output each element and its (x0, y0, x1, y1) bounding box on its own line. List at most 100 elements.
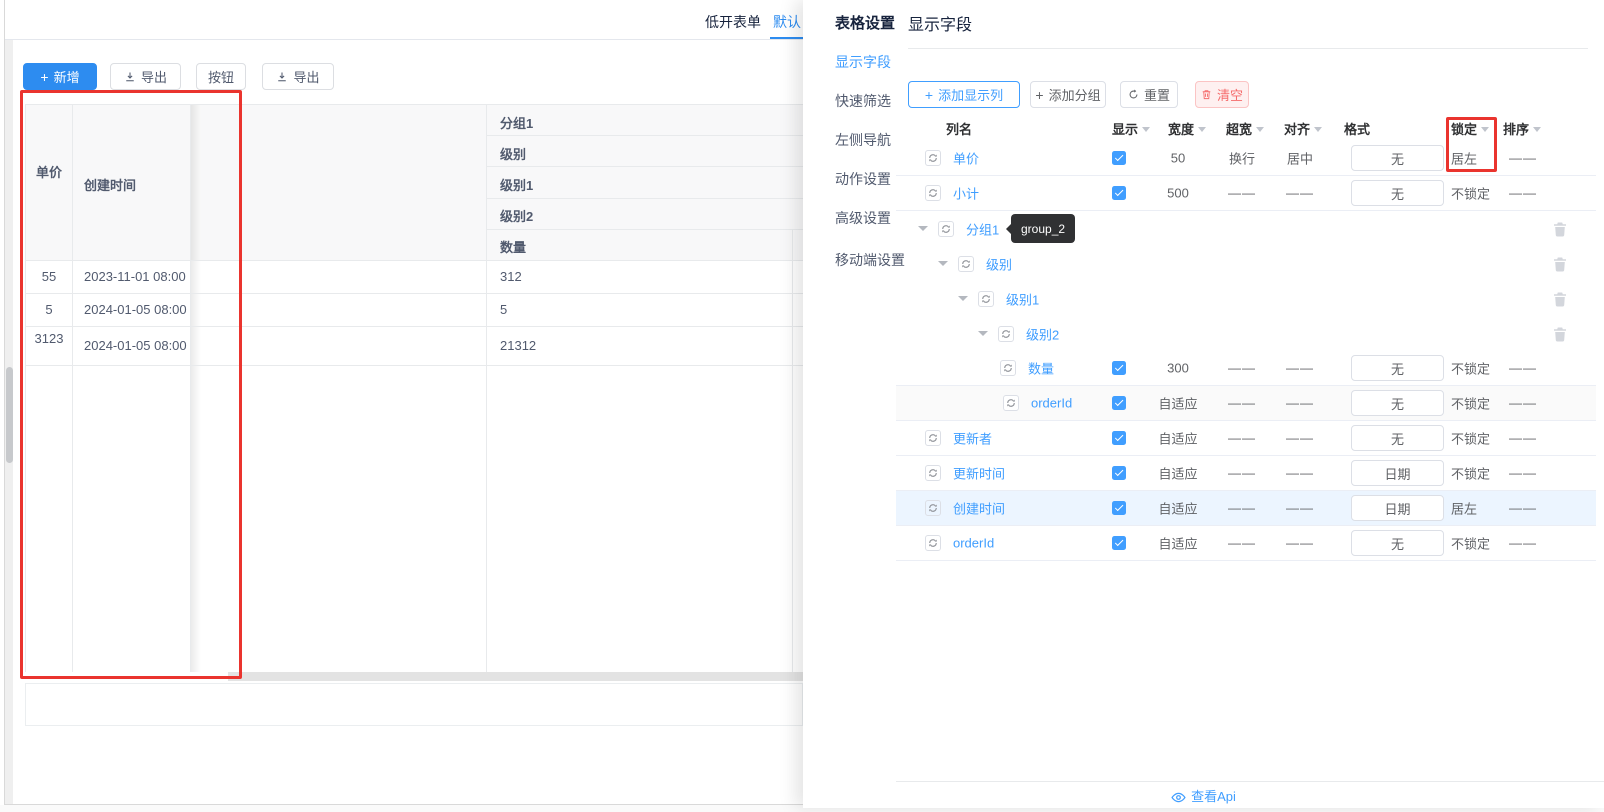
field-name-link[interactable]: orderId (1031, 396, 1072, 411)
width-value[interactable]: 自适应 (1145, 464, 1211, 483)
align-value[interactable]: —— (1270, 186, 1330, 201)
swap-icon[interactable] (938, 220, 954, 237)
view-api-link[interactable]: 查看Api (803, 786, 1604, 805)
sort-value[interactable]: —— (1509, 396, 1537, 411)
lock-value[interactable]: 不锁定 (1451, 359, 1490, 378)
field-row-price[interactable]: 单价 50 换行 居中 无 居左 —— (896, 141, 1596, 176)
sidebar-item-quick-filter[interactable]: 快速筛选 (835, 91, 891, 111)
visible-checkbox[interactable] (1112, 361, 1126, 375)
width-value[interactable]: 300 (1145, 361, 1211, 376)
field-row-updater[interactable]: 更新者 自适应 —— —— 无 不锁定 —— (896, 421, 1596, 456)
overflow-value[interactable]: —— (1212, 536, 1272, 551)
filter-caret-icon[interactable] (1533, 127, 1542, 132)
tab-default[interactable]: 默认 (773, 12, 801, 32)
group-row-level1[interactable]: 级别1 (896, 281, 1596, 316)
group-header-3[interactable]: 级别1 (500, 175, 533, 194)
lock-value[interactable]: 不锁定 (1451, 429, 1490, 448)
swap-icon[interactable] (925, 500, 941, 516)
align-value[interactable]: —— (1270, 466, 1330, 481)
group-header-2[interactable]: 级别 (500, 144, 526, 163)
align-value[interactable]: —— (1270, 361, 1330, 376)
field-row-update-time[interactable]: 更新时间 自适应 —— —— 日期 不锁定 —— (896, 456, 1596, 491)
field-name-link[interactable]: orderId (953, 536, 994, 551)
lock-value[interactable]: 不锁定 (1451, 534, 1490, 553)
sort-value[interactable]: —— (1509, 151, 1537, 166)
format-select[interactable]: 无 (1351, 355, 1444, 381)
sidebar-item-mobile-settings[interactable]: 移动端设置 (835, 250, 905, 270)
group-name-link[interactable]: 级别1 (1006, 289, 1039, 308)
field-name-link[interactable]: 更新者 (953, 429, 992, 448)
format-select[interactable]: 日期 (1351, 495, 1444, 521)
lock-value[interactable]: 居左 (1451, 499, 1477, 518)
reset-button[interactable]: 重置 (1120, 81, 1178, 108)
sort-value[interactable]: —— (1509, 431, 1537, 446)
sort-value[interactable]: —— (1509, 186, 1537, 201)
width-value[interactable]: 自适应 (1145, 394, 1211, 413)
field-name-link[interactable]: 单价 (953, 149, 979, 168)
swap-icon[interactable] (978, 290, 994, 307)
visible-checkbox[interactable] (1112, 536, 1126, 550)
overflow-value[interactable]: —— (1212, 361, 1272, 376)
field-name-link[interactable]: 更新时间 (953, 464, 1005, 483)
format-select[interactable]: 日期 (1351, 460, 1444, 486)
group-name-link[interactable]: 级别 (986, 254, 1012, 273)
format-select[interactable]: 无 (1351, 145, 1444, 171)
sidebar-item-display-fields[interactable]: 显示字段 (835, 52, 891, 72)
swap-icon[interactable] (958, 255, 974, 272)
collapse-caret-icon[interactable] (978, 331, 988, 336)
add-display-column-button[interactable]: + 添加显示列 (908, 81, 1020, 108)
export-button-2[interactable]: 导出 (262, 63, 334, 90)
swap-icon[interactable] (925, 465, 941, 481)
sort-value[interactable]: —— (1509, 466, 1537, 481)
clear-button[interactable]: 清空 (1195, 81, 1249, 108)
sidebar-item-action-settings[interactable]: 动作设置 (835, 169, 891, 189)
group-name-link[interactable]: 级别2 (1026, 324, 1059, 343)
column-header-price[interactable]: 单价 (26, 162, 72, 181)
collapse-caret-icon[interactable] (918, 226, 928, 231)
sort-value[interactable]: —— (1509, 361, 1537, 376)
generic-button[interactable]: 按钮 (196, 63, 246, 90)
field-name-link[interactable]: 创建时间 (953, 499, 1005, 518)
field-row-orderid[interactable]: orderId 自适应 —— —— 无 不锁定 —— (896, 526, 1596, 561)
group-row-level2[interactable]: 级别2 (896, 316, 1596, 351)
group-header-5[interactable]: 数量 (500, 237, 526, 256)
visible-checkbox[interactable] (1112, 186, 1126, 200)
group-header-4[interactable]: 级别2 (500, 206, 533, 225)
overflow-value[interactable]: —— (1212, 186, 1272, 201)
group-row-level[interactable]: 级别 (896, 246, 1596, 281)
field-row-orderid-child[interactable]: orderId 自适应 —— —— 无 不锁定 —— (896, 386, 1596, 421)
swap-icon[interactable] (1003, 395, 1019, 411)
group-header-1[interactable]: 分组1 (500, 113, 533, 132)
header-align[interactable]: 对齐 (1284, 119, 1323, 138)
visible-checkbox[interactable] (1112, 466, 1126, 480)
field-row-quantity[interactable]: 数量 300 —— —— 无 不锁定 —— (896, 351, 1596, 386)
align-value[interactable]: 居中 (1270, 149, 1330, 168)
delete-group-icon[interactable] (1552, 256, 1568, 272)
overflow-value[interactable]: —— (1212, 466, 1272, 481)
sort-value[interactable]: —— (1509, 501, 1537, 516)
sidebar-item-advanced-settings[interactable]: 高级设置 (835, 208, 891, 228)
collapse-caret-icon[interactable] (958, 296, 968, 301)
field-name-link[interactable]: 小计 (953, 184, 979, 203)
overflow-value[interactable]: 换行 (1212, 149, 1272, 168)
width-value[interactable]: 自适应 (1145, 499, 1211, 518)
visible-checkbox[interactable] (1112, 396, 1126, 410)
field-row-subtotal[interactable]: 小计 500 —— —— 无 不锁定 —— (896, 176, 1596, 211)
overflow-value[interactable]: —— (1212, 501, 1272, 516)
format-select[interactable]: 无 (1351, 530, 1444, 556)
lock-value[interactable]: 不锁定 (1451, 464, 1490, 483)
visible-checkbox[interactable] (1112, 431, 1126, 445)
width-value[interactable]: 自适应 (1145, 534, 1211, 553)
delete-group-icon[interactable] (1552, 221, 1568, 237)
header-overflow[interactable]: 超宽 (1226, 119, 1265, 138)
lock-value[interactable]: 居左 (1451, 149, 1477, 168)
align-value[interactable]: —— (1270, 536, 1330, 551)
page-vertical-scrollbar-thumb[interactable] (5, 367, 13, 463)
swap-icon[interactable] (925, 430, 941, 446)
width-value[interactable]: 50 (1145, 151, 1211, 166)
table-horizontal-scrollbar[interactable] (228, 672, 803, 681)
swap-icon[interactable] (998, 325, 1014, 342)
filter-caret-icon[interactable] (1256, 127, 1265, 132)
group-name-link[interactable]: 分组1 (966, 219, 999, 238)
visible-checkbox[interactable] (1112, 501, 1126, 515)
